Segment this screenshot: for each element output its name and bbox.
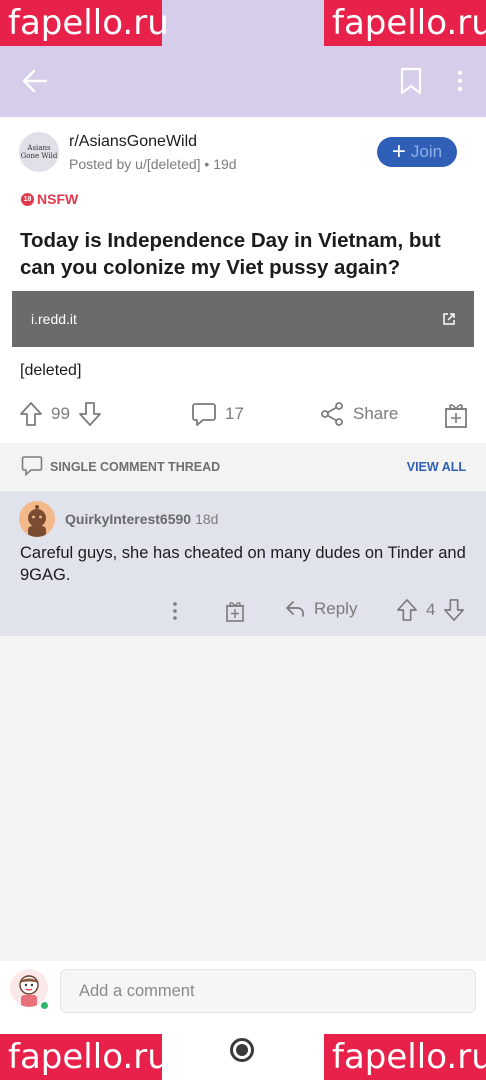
post-card: Asians Gone Wild r/AsiansGoneWild Posted… (0, 117, 486, 443)
join-label: Join (410, 142, 443, 161)
post-body: [deleted] (20, 362, 82, 379)
home-nav-button[interactable] (230, 1038, 254, 1062)
thread-label: SINGLE COMMENT THREAD (50, 460, 221, 474)
watermark-top-right: fapello.ru (324, 0, 486, 46)
comment-age: 18d (195, 511, 219, 527)
comment-author[interactable]: QuirkyInterest6590 (65, 511, 191, 527)
comment-award-icon[interactable] (224, 599, 246, 623)
comment-text: Careful guys, she has cheated on many du… (20, 544, 466, 584)
vote-count: 99 (51, 404, 70, 423)
watermark-bottom-left: fapello.ru (0, 1034, 169, 1080)
single-comment-thread-bar: SINGLE COMMENT THREAD VIEW ALL (0, 443, 486, 491)
subreddit-avatar[interactable]: Asians Gone Wild (19, 132, 59, 172)
plus-icon: + (391, 138, 406, 165)
external-link-icon (443, 313, 455, 325)
share-button[interactable]: Share (319, 401, 398, 427)
comment-upvote-icon[interactable] (396, 598, 418, 622)
subreddit-avatar-text: Asians Gone Wild (20, 144, 58, 160)
downvote-icon[interactable] (78, 401, 102, 427)
comment-score: 4 (426, 600, 436, 619)
comment-vote-group: 4 (396, 598, 465, 622)
add-comment-input[interactable] (60, 969, 476, 1013)
reply-button[interactable]: Reply (284, 598, 357, 620)
comment-downvote-icon[interactable] (443, 598, 465, 622)
join-button[interactable]: + Join (377, 137, 457, 167)
nsfw-18-icon: 18 (21, 192, 34, 206)
commenter-avatar[interactable] (19, 501, 55, 537)
nsfw-label: NSFW (37, 191, 79, 207)
share-label: Share (353, 404, 399, 423)
gift-award-icon (445, 404, 467, 428)
award-button[interactable] (443, 401, 469, 429)
comment-item: QuirkyInterest6590 18d Careful guys, she … (0, 491, 486, 636)
comment-author-line: QuirkyInterest6590 18d (65, 511, 218, 527)
post-actions: 99 17 Share (0, 401, 486, 435)
watermark-top-left: fapello.ru (0, 0, 169, 46)
comment-count: 17 (225, 404, 244, 423)
online-status-dot (40, 1001, 49, 1010)
post-title: Today is Independence Day in Vietnam, bu… (20, 229, 441, 279)
nsfw-tag: 18 NSFW (21, 191, 78, 207)
back-arrow-icon[interactable] (20, 66, 50, 96)
view-all-link[interactable]: VIEW ALL (407, 460, 466, 474)
bookmark-icon[interactable] (398, 66, 424, 96)
upvote-icon[interactable] (19, 401, 43, 427)
share-icon (321, 402, 343, 426)
posted-by: Posted by u/[deleted] • 19d (69, 156, 237, 172)
link-domain: i.redd.it (31, 311, 77, 327)
comment-more-icon[interactable] (168, 599, 182, 623)
reply-label: Reply (314, 599, 358, 618)
more-options-icon[interactable] (450, 66, 470, 96)
comment-thread-icon (21, 456, 43, 477)
reply-icon (286, 601, 304, 617)
vote-group: 99 (19, 401, 102, 427)
subreddit-name[interactable]: r/AsiansGoneWild (69, 133, 197, 151)
comment-icon (192, 403, 216, 426)
watermark-bottom-right: fapello.ru (324, 1034, 486, 1080)
link-preview[interactable]: i.redd.it (12, 291, 474, 347)
comments-button[interactable]: 17 (191, 401, 244, 427)
